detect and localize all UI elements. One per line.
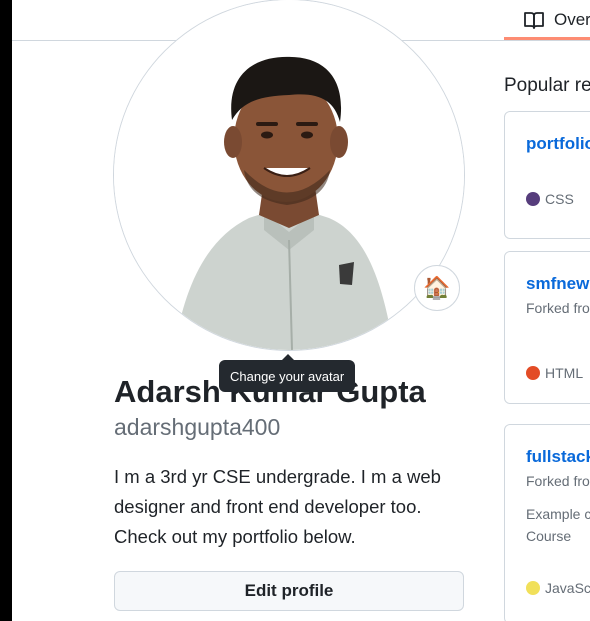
- edit-profile-button[interactable]: Edit profile: [114, 571, 464, 611]
- language-color-dot: [526, 192, 540, 206]
- tab-overview[interactable]: Overview: [504, 0, 590, 40]
- avatar[interactable]: [114, 0, 464, 350]
- repo-language: JavaScript: [526, 580, 590, 596]
- book-icon: [524, 12, 544, 29]
- avatar-photo: [114, 0, 464, 350]
- repo-link[interactable]: portfolio: [526, 132, 590, 156]
- repo-card: fullstack Forked from Example c Course J…: [504, 424, 590, 621]
- window-edge: [0, 0, 12, 621]
- language-color-dot: [526, 581, 540, 595]
- profile-page: Overview 🏠: [0, 0, 590, 621]
- house-emoji-icon: 🏠: [423, 275, 451, 300]
- change-avatar-tooltip: Change your avatar: [219, 354, 356, 392]
- repo-language-label: CSS: [545, 191, 574, 207]
- repo-card: smfnew Forked from HTML: [504, 251, 590, 404]
- tab-overview-label: Overview: [554, 10, 590, 29]
- repo-language: HTML: [526, 365, 583, 381]
- repo-description: Course: [526, 528, 572, 544]
- repo-language: CSS: [526, 191, 574, 207]
- repo-forked-from: Forked from: [526, 473, 590, 489]
- profile-bio: I m a 3rd yr CSE undergrade. I m a web d…: [114, 466, 441, 547]
- popular-repos-heading: Popular repositories: [504, 75, 590, 96]
- repo-card: portfolio CSS: [504, 111, 590, 239]
- repo-language-label: HTML: [545, 365, 584, 381]
- tab-active-underline: [504, 37, 590, 40]
- repo-link[interactable]: smfnew: [526, 272, 590, 296]
- repo-description: Example c: [526, 506, 590, 522]
- repo-forked-from: Forked from: [526, 300, 590, 316]
- repo-language-label: JavaScript: [545, 580, 590, 596]
- profile-username: adarshgupta400: [114, 414, 281, 440]
- repo-link[interactable]: fullstack: [526, 445, 590, 469]
- set-status-button[interactable]: 🏠: [414, 265, 460, 311]
- language-color-dot: [526, 366, 540, 380]
